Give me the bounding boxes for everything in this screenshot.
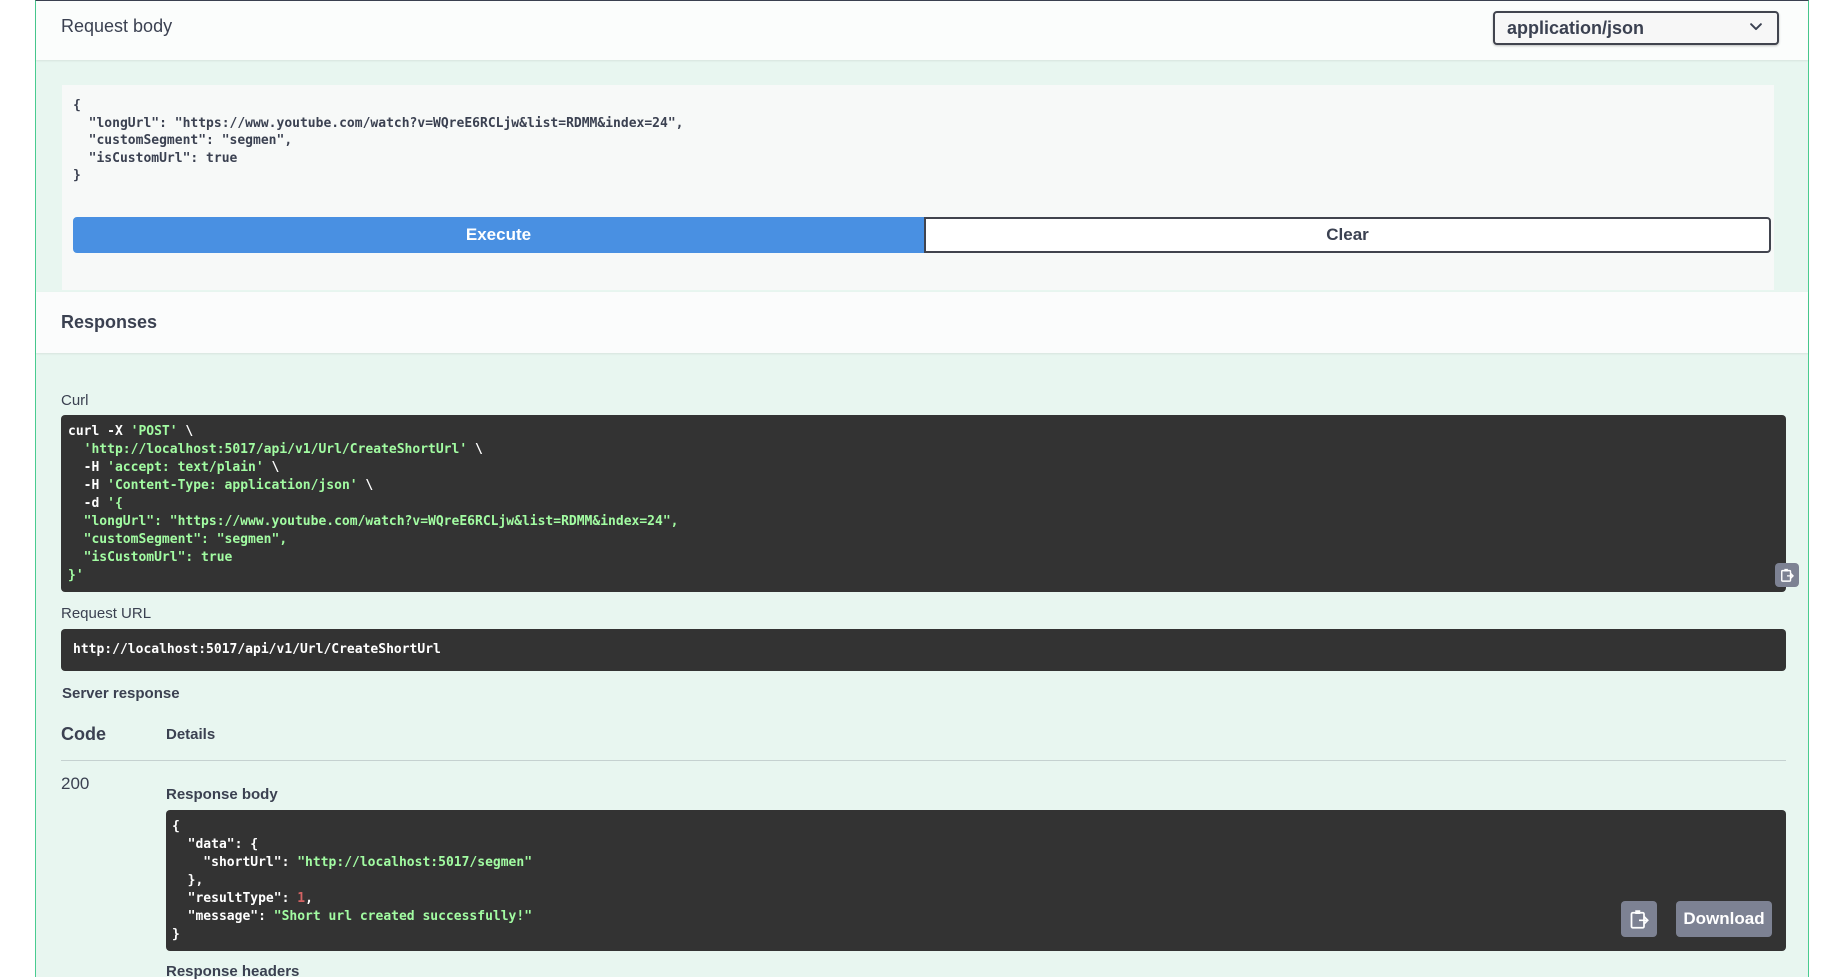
request-body-header: Request body application/json [36, 1, 1808, 60]
copy-curl-button[interactable] [1775, 563, 1799, 587]
execute-clear-group: Execute Clear [73, 217, 1771, 253]
response-body-block: { "data": { "shortUrl": "http://localhos… [166, 810, 1786, 951]
copy-to-clipboard-icon [1630, 910, 1649, 929]
request-body-editor[interactable]: { "longUrl": "https://www.youtube.com/wa… [62, 85, 1774, 290]
request-url-value[interactable]: http://localhost:5017/api/v1/Url/CreateS… [73, 641, 441, 659]
server-response-label: Server response [62, 685, 180, 702]
clear-button[interactable]: Clear [924, 217, 1771, 253]
copy-response-button[interactable] [1621, 901, 1657, 937]
responses-header: Responses [36, 292, 1808, 353]
response-body-json[interactable]: { "data": { "shortUrl": "http://localhos… [172, 818, 532, 944]
curl-label: Curl [61, 392, 89, 409]
status-code: 200 [61, 774, 90, 793]
copy-to-clipboard-icon [1781, 568, 1794, 582]
content-type-select[interactable]: application/json [1493, 11, 1779, 45]
chevron-down-icon [1750, 23, 1762, 31]
content-type-value: application/json [1507, 18, 1645, 38]
download-button[interactable]: Download [1676, 901, 1772, 937]
execute-button[interactable]: Execute [73, 217, 924, 253]
code-column-header: Code [61, 724, 106, 744]
request-url-block: http://localhost:5017/api/v1/Url/CreateS… [61, 629, 1786, 671]
curl-command[interactable]: curl -X 'POST' \ 'http://localhost:5017/… [68, 423, 678, 585]
responses-title: Responses [61, 312, 158, 332]
response-table-divider [61, 760, 1786, 761]
response-body-label: Response body [166, 786, 278, 803]
response-headers-label: Response headers [166, 963, 300, 980]
request-body-json[interactable]: { "longUrl": "https://www.youtube.com/wa… [73, 97, 683, 185]
curl-block: curl -X 'POST' \ 'http://localhost:5017/… [61, 415, 1799, 592]
details-column-header: Details [166, 726, 216, 743]
operation-block: Request body application/json { "longUrl… [35, 0, 1809, 980]
request-url-label: Request URL [61, 605, 152, 622]
request-body-title: Request body [61, 16, 173, 36]
